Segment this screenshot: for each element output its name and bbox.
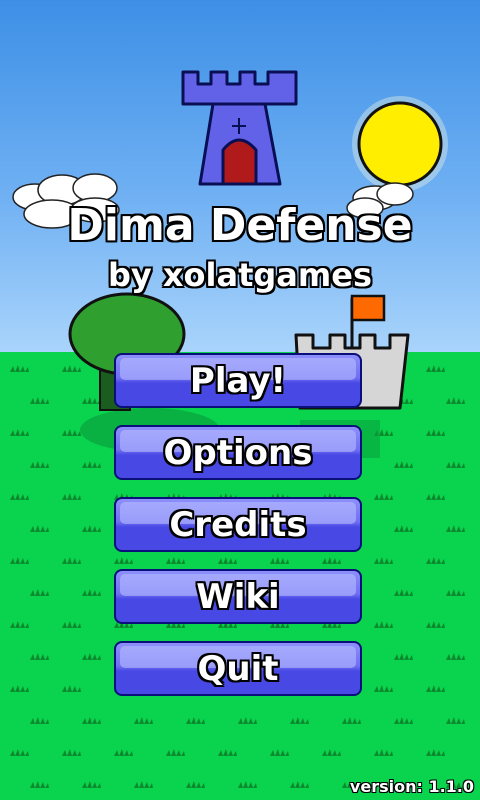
grass-tuft-icon (30, 781, 49, 788)
play-button[interactable]: Play! (114, 353, 362, 408)
grass-tuft-icon (446, 653, 465, 660)
grass-tuft-icon (426, 365, 445, 372)
grass-tuft-icon (10, 557, 29, 564)
grass-tuft-icon (82, 717, 101, 724)
options-button-label: Options (163, 433, 313, 473)
grass-tuft-icon (426, 429, 445, 436)
grass-tuft-icon (82, 525, 101, 532)
tower-icon (181, 70, 298, 186)
grass-tuft-icon (186, 781, 205, 788)
grass-tuft-icon (10, 365, 29, 372)
grass-tuft-icon (82, 589, 101, 596)
grass-tuft-icon (30, 717, 49, 724)
grass-tuft-icon (114, 749, 133, 756)
grass-tuft-icon (426, 557, 445, 564)
sun-icon (352, 96, 448, 192)
grass-tuft-icon (446, 589, 465, 596)
wiki-button-label: Wiki (196, 577, 280, 617)
grass-tuft-icon (62, 429, 81, 436)
grass-tuft-icon (10, 685, 29, 692)
quit-button-label: Quit (197, 649, 279, 689)
grass-tuft-icon (446, 397, 465, 404)
grass-tuft-icon (218, 749, 237, 756)
grass-tuft-icon (10, 749, 29, 756)
grass-tuft-icon (290, 717, 309, 724)
credits-button-label: Credits (169, 505, 307, 545)
grass-tuft-icon (30, 397, 49, 404)
grass-tuft-icon (186, 717, 205, 724)
grass-tuft-icon (374, 493, 393, 500)
grass-tuft-icon (238, 781, 257, 788)
grass-tuft-icon (374, 621, 393, 628)
grass-tuft-icon (30, 525, 49, 532)
grass-tuft-icon (394, 525, 413, 532)
grass-tuft-icon (290, 781, 309, 788)
grass-tuft-icon (394, 461, 413, 468)
grass-tuft-icon (426, 685, 445, 692)
game-scene: Dima Defense by xolatgames Play! Options… (0, 0, 480, 800)
game-title: Dima Defense (67, 200, 413, 251)
grass-tuft-icon (82, 397, 101, 404)
grass-tuft-icon (10, 621, 29, 628)
grass-tuft-icon (62, 493, 81, 500)
grass-tuft-icon (394, 653, 413, 660)
main-menu: Play! Options Credits Wiki Quit (114, 353, 366, 713)
version-label: version: 1.1.0 (349, 777, 474, 796)
credits-button[interactable]: Credits (114, 497, 362, 552)
grass-tuft-icon (446, 461, 465, 468)
grass-tuft-icon (62, 621, 81, 628)
grass-tuft-icon (446, 525, 465, 532)
grass-tuft-icon (134, 717, 153, 724)
grass-tuft-icon (82, 461, 101, 468)
grass-tuft-icon (238, 717, 257, 724)
grass-tuft-icon (82, 653, 101, 660)
grass-tuft-icon (374, 557, 393, 564)
grass-tuft-icon (62, 685, 81, 692)
grass-tuft-icon (426, 749, 445, 756)
grass-tuft-icon (394, 589, 413, 596)
grass-tuft-icon (62, 557, 81, 564)
quit-button[interactable]: Quit (114, 641, 362, 696)
grass-tuft-icon (10, 429, 29, 436)
play-button-label: Play! (189, 361, 287, 401)
grass-tuft-icon (322, 749, 341, 756)
game-subtitle: by xolatgames (108, 256, 372, 294)
grass-tuft-icon (30, 653, 49, 660)
grass-tuft-icon (342, 717, 361, 724)
grass-tuft-icon (30, 589, 49, 596)
grass-tuft-icon (374, 749, 393, 756)
grass-tuft-icon (62, 749, 81, 756)
grass-tuft-icon (426, 493, 445, 500)
grass-tuft-icon (374, 685, 393, 692)
grass-tuft-icon (270, 749, 289, 756)
grass-tuft-icon (10, 493, 29, 500)
grass-tuft-icon (394, 717, 413, 724)
grass-tuft-icon (30, 461, 49, 468)
wiki-button[interactable]: Wiki (114, 569, 362, 624)
grass-tuft-icon (82, 781, 101, 788)
flag-icon (350, 294, 386, 322)
options-button[interactable]: Options (114, 425, 362, 480)
grass-tuft-icon (166, 749, 185, 756)
grass-tuft-icon (62, 365, 81, 372)
grass-tuft-icon (446, 717, 465, 724)
grass-tuft-icon (426, 621, 445, 628)
grass-tuft-icon (134, 781, 153, 788)
